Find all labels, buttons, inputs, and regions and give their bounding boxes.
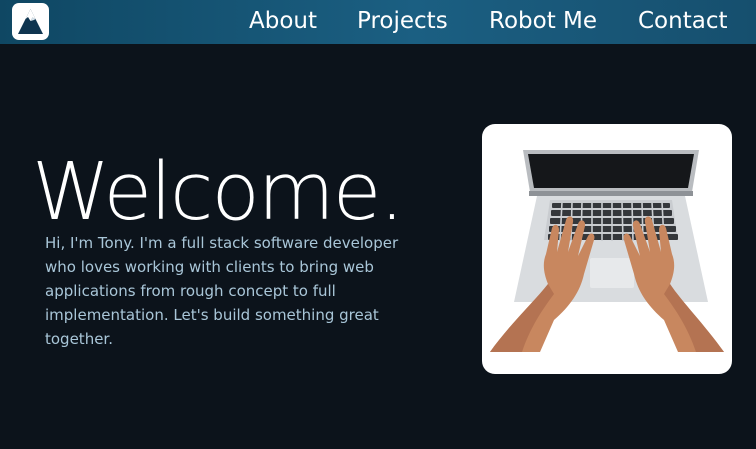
laptop-typing-hands-image xyxy=(482,124,732,374)
nav-link-contact[interactable]: Contact xyxy=(638,7,727,35)
hero-title: Welcome. xyxy=(32,146,404,238)
mountain-logo-icon[interactable] xyxy=(12,3,49,40)
page: About Projects Robot Me Contact Welcome.… xyxy=(0,0,756,449)
hero-intro-text: Hi, I'm Tony. I'm a full stack software … xyxy=(45,234,399,348)
nav-link-robot-me[interactable]: Robot Me xyxy=(489,7,597,35)
top-navbar: About Projects Robot Me Contact xyxy=(0,0,756,44)
nav-link-about[interactable]: About xyxy=(249,7,317,35)
nav-link-projects[interactable]: Projects xyxy=(357,7,448,35)
